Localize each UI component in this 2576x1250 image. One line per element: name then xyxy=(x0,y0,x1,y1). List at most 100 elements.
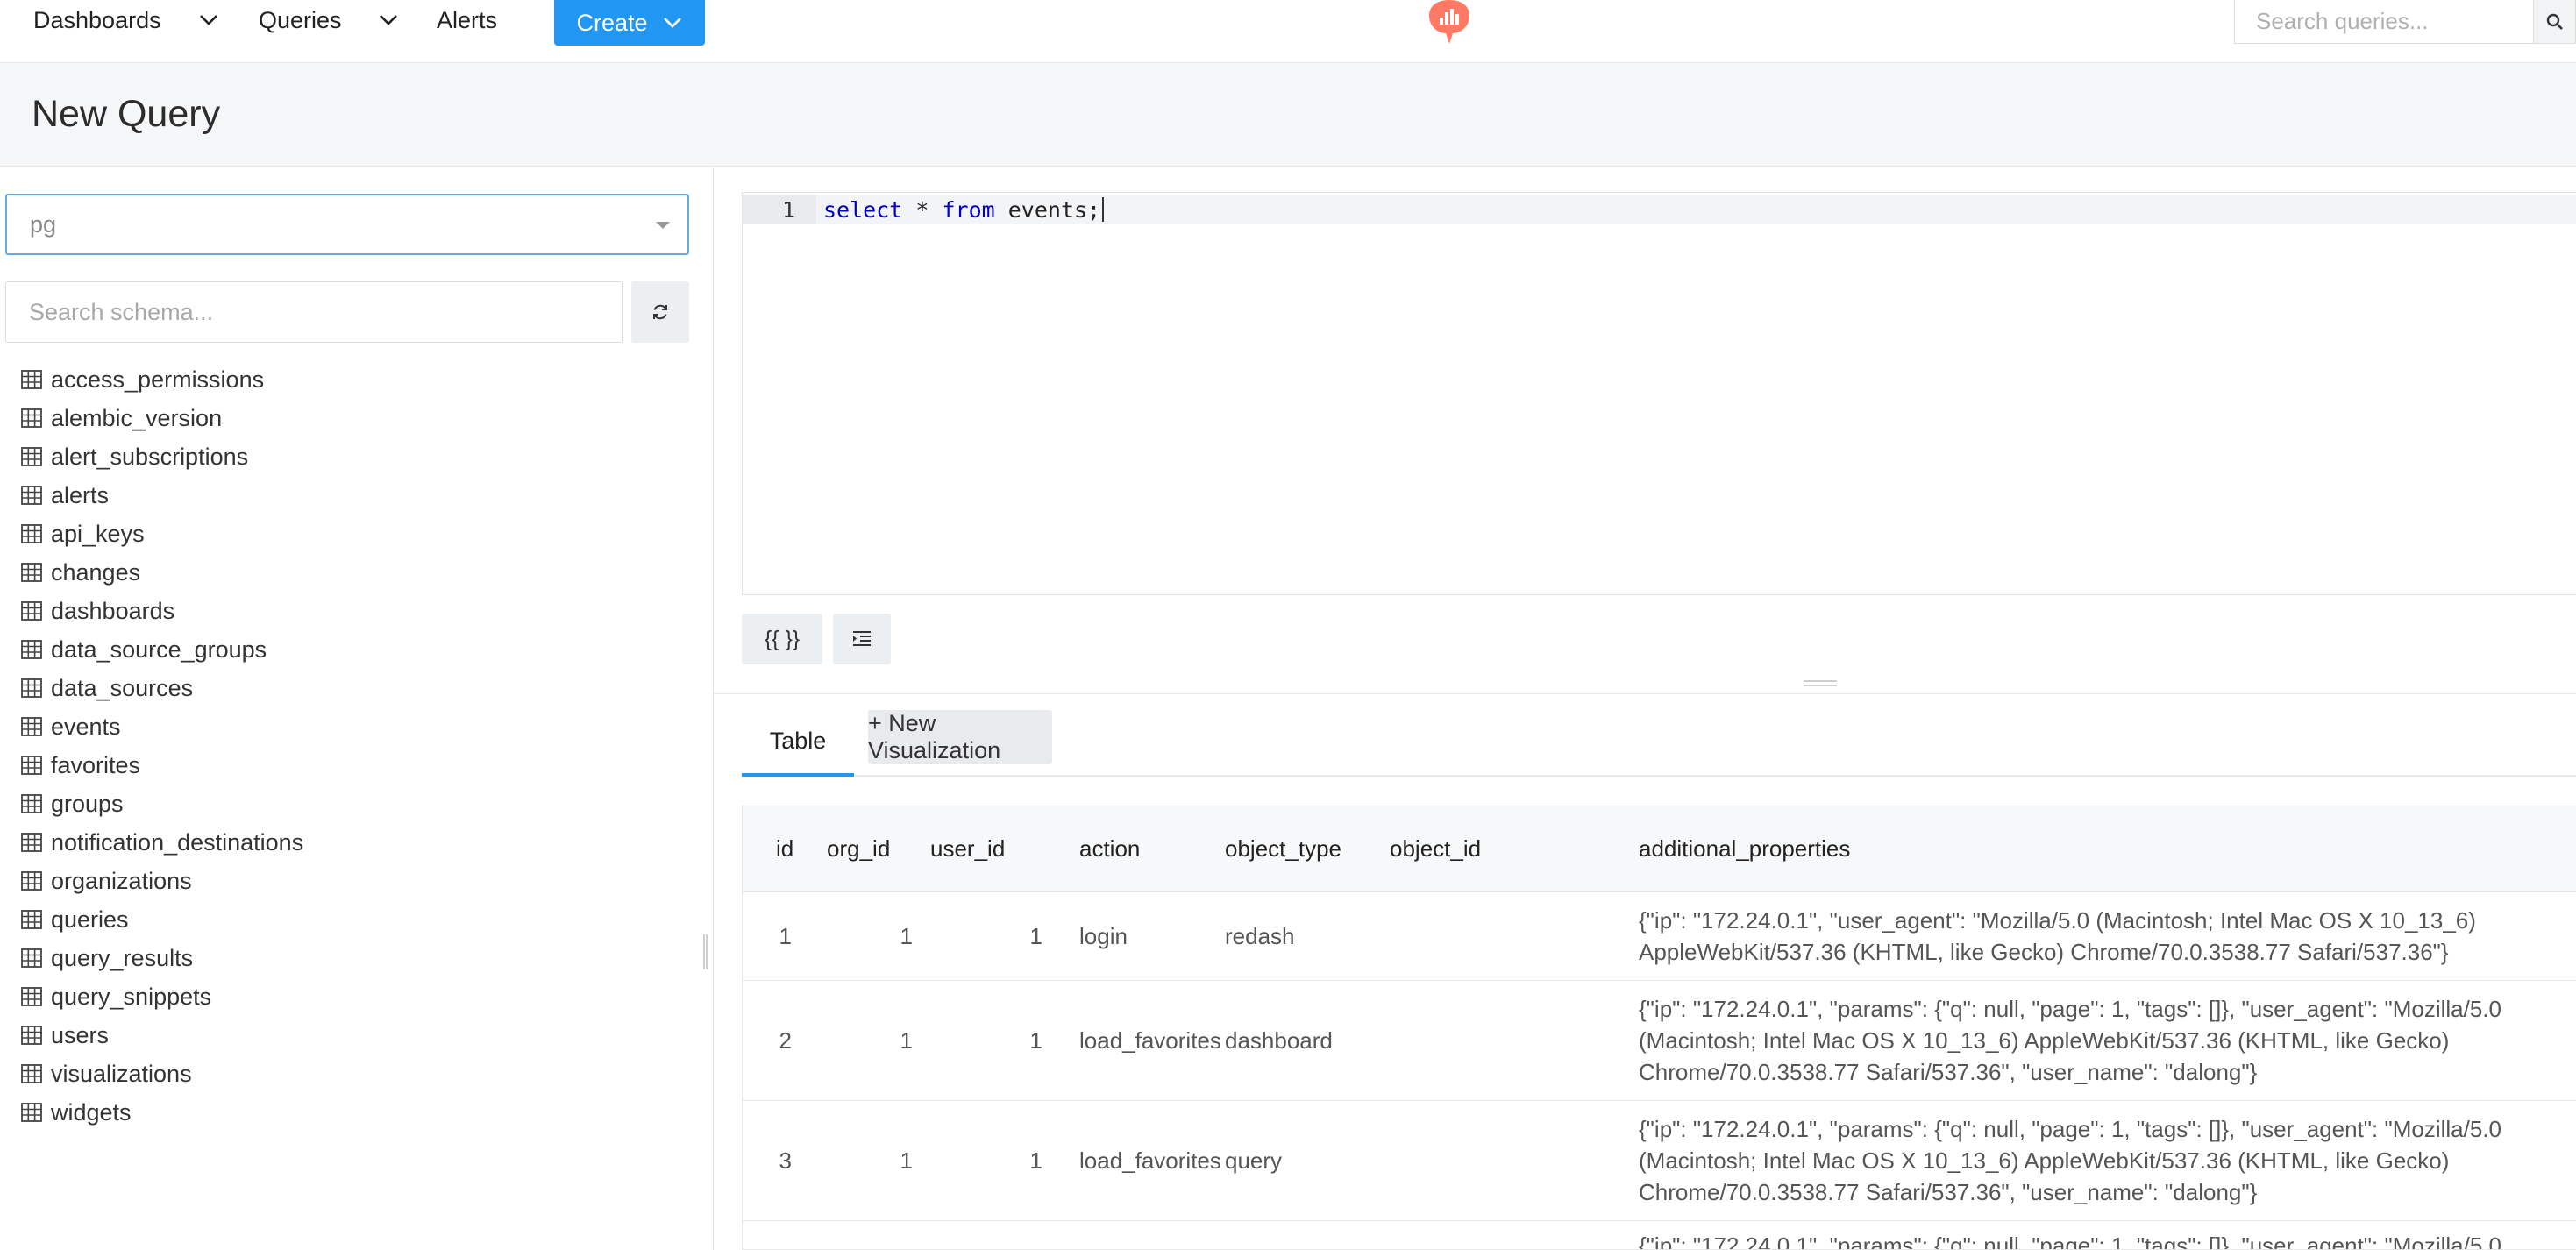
table-icon xyxy=(21,408,42,428)
nav-queries[interactable]: Queries xyxy=(259,0,342,40)
table-icon xyxy=(21,640,42,659)
schema-table-name: alembic_version xyxy=(51,404,223,431)
refresh-icon xyxy=(653,304,667,320)
table-cell-action xyxy=(1042,1220,1225,1249)
schema-search-input[interactable] xyxy=(5,281,623,343)
schema-table-item[interactable]: events xyxy=(21,707,303,746)
schema-table-item[interactable]: notification_destinations xyxy=(21,823,303,862)
text-cursor xyxy=(1102,197,1105,222)
panel-resize-handle[interactable] xyxy=(703,934,708,969)
schema-table-item[interactable]: query_snippets xyxy=(21,977,303,1016)
schema-table-item[interactable]: changes xyxy=(21,553,303,592)
keyword-select: select xyxy=(823,196,903,223)
add-parameter-button[interactable]: {{ }} xyxy=(742,614,822,664)
chevron-down-icon[interactable] xyxy=(198,10,219,31)
schema-table-item[interactable]: data_source_groups xyxy=(21,630,303,669)
new-visualization-label: + New Visualization xyxy=(868,710,1001,763)
indent-icon xyxy=(853,631,871,646)
column-header-user-id[interactable]: user_id xyxy=(930,806,1042,892)
schema-table-name: dashboards xyxy=(51,597,175,624)
schema-table-item[interactable]: favorites xyxy=(21,746,303,785)
table-row: 2 1 1 load_favorites dashboard {"ip": "172.24… xyxy=(743,980,2576,1101)
schema-table-item[interactable]: organizations xyxy=(21,862,303,900)
column-header-object-type[interactable]: object_type xyxy=(1225,806,1390,892)
table-icon xyxy=(21,678,42,698)
schema-table-item[interactable]: widgets xyxy=(21,1093,303,1132)
column-header-object-id[interactable]: object_id xyxy=(1390,806,1639,892)
add-parameter-label: {{ }} xyxy=(764,626,801,651)
schema-table-item[interactable]: groups xyxy=(21,785,303,823)
table-cell-object-id xyxy=(1390,1220,1639,1249)
chevron-down-icon[interactable] xyxy=(378,10,399,31)
schema-table-name: events xyxy=(51,713,121,740)
editor-resize-handle[interactable] xyxy=(1804,680,1837,686)
column-header-id[interactable]: id xyxy=(743,806,827,892)
schema-table-name: changes xyxy=(51,558,141,586)
query-editor[interactable]: 1 select * from events; xyxy=(742,192,2576,595)
schema-table-item[interactable]: visualizations xyxy=(21,1055,303,1093)
nav-dashboards[interactable]: Dashboards xyxy=(33,0,161,40)
code-line[interactable]: select * from events; xyxy=(823,195,1105,224)
table-cell-object-type xyxy=(1225,1220,1390,1249)
table-cell-id: 1 xyxy=(743,891,827,981)
new-visualization-button[interactable]: + New Visualization xyxy=(868,710,1052,764)
create-button-label: Create xyxy=(576,9,648,36)
schema-table-item[interactable]: alert_subscriptions xyxy=(21,437,303,476)
format-query-button[interactable] xyxy=(833,614,891,664)
schema-table-name: favorites xyxy=(51,751,141,778)
table-icon xyxy=(21,486,42,505)
schema-table-name: data_sources xyxy=(51,674,194,701)
datasource-select[interactable]: pg xyxy=(5,194,689,255)
schema-table-item[interactable]: dashboards xyxy=(21,592,303,630)
search-icon xyxy=(2546,13,2563,30)
table-cell-org-id: 1 xyxy=(827,980,930,1101)
tab-table[interactable]: Table xyxy=(742,708,854,777)
properties-text-line: {"ip": "172.24.0.1", "params": {"q": nul… xyxy=(1639,1232,2501,1250)
redash-logo-icon[interactable] xyxy=(1427,0,1471,46)
nav-alerts[interactable]: Alerts xyxy=(437,0,497,40)
table-cell-action: load_favorites xyxy=(1042,1100,1225,1221)
schema-table-item[interactable]: queries xyxy=(21,900,303,939)
table-icon xyxy=(21,563,42,582)
schema-table-item[interactable]: data_sources xyxy=(21,669,303,707)
table-icon xyxy=(21,601,42,621)
refresh-schema-button[interactable] xyxy=(631,281,689,343)
results-table: id org_id user_id action object_type obj… xyxy=(743,806,2576,1250)
schema-table-item[interactable]: api_keys xyxy=(21,515,303,553)
page-header: New Query xyxy=(0,63,2576,167)
table-cell-additional-properties: {"ip": "172.24.0.1", "user_agent": "Mozi… xyxy=(1639,891,2576,981)
schema-table-item[interactable]: users xyxy=(21,1016,303,1055)
schema-table-list: access_permissions alembic_version alert_s… xyxy=(21,360,303,1132)
table-cell-additional-properties: {"ip": "172.24.0.1", "params": {"q": nul… xyxy=(1639,1220,2576,1250)
nav-alerts-label: Alerts xyxy=(437,6,498,33)
schema-table-item[interactable]: query_results xyxy=(21,939,303,977)
properties-text-line: Chrome/70.0.3538.77 Safari/537.36", "use… xyxy=(1639,1178,2258,1205)
table-cell-org-id xyxy=(827,1220,930,1249)
schema-table-item[interactable]: alembic_version xyxy=(21,399,303,437)
table-cell-additional-properties: {"ip": "172.24.0.1", "params": {"q": nul… xyxy=(1639,980,2576,1101)
table-cell-id xyxy=(743,1220,827,1249)
search-button[interactable] xyxy=(2533,0,2576,44)
schema-table-item[interactable]: access_permissions xyxy=(21,360,303,399)
page-title[interactable]: New Query xyxy=(32,93,220,136)
search-queries-input[interactable] xyxy=(2234,0,2534,44)
results-table-container: id org_id user_id action object_type obj… xyxy=(742,806,2576,1250)
schema-table-item[interactable]: alerts xyxy=(21,476,303,515)
schema-panel: pg access_permissions alembic_versionaler… xyxy=(0,167,714,1250)
table-icon xyxy=(21,948,42,968)
column-header-action[interactable]: action xyxy=(1042,806,1225,892)
schema-table-name: alert_subscriptions xyxy=(51,443,249,470)
visualization-tabs: Table + New Visualization xyxy=(742,708,2576,777)
schema-table-name: data_source_groups xyxy=(51,636,267,663)
schema-table-name: users xyxy=(51,1021,110,1048)
table-icon xyxy=(21,910,42,929)
schema-table-name: notification_destinations xyxy=(51,828,304,856)
properties-text-line: (Macintosh; Intel Mac OS X 10_13_6) Appl… xyxy=(1639,1026,2450,1054)
table-cell-object-type: dashboard xyxy=(1225,980,1390,1101)
create-button[interactable]: Create xyxy=(554,0,705,46)
table-header-row: id org_id user_id action object_type obj… xyxy=(743,806,2576,892)
table-cell-action: load_favorites xyxy=(1042,980,1225,1101)
column-header-additional-properties[interactable]: additional_properties xyxy=(1639,806,2576,892)
table-row: 1 1 1 login redash {"ip": "172.24.0.1", "user… xyxy=(743,891,2576,981)
column-header-org-id[interactable]: org_id xyxy=(827,806,930,892)
